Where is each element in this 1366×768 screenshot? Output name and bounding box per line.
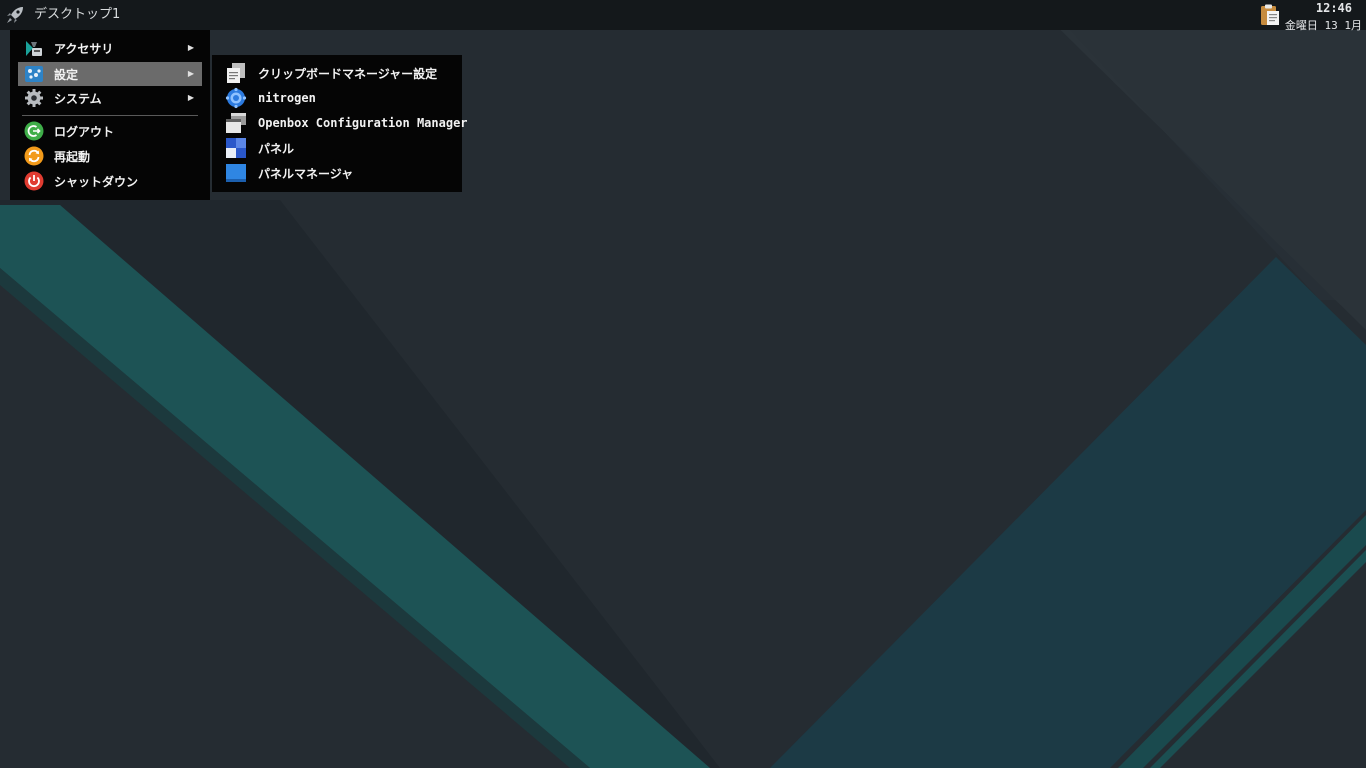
- submenu-arrow-icon: ▶: [187, 69, 194, 78]
- submenu-item-clipboard-manager-settings[interactable]: クリップボードマネージャー設定: [220, 61, 454, 85]
- menu-item-system[interactable]: システム ▶: [18, 86, 202, 110]
- app-launcher-button[interactable]: [4, 4, 26, 26]
- panel-icon: [225, 137, 247, 159]
- clock-time: 12:46: [1315, 1, 1352, 15]
- logout-icon: [23, 120, 45, 142]
- submenu-item-panel-manager[interactable]: パネルマネージャ: [220, 161, 454, 185]
- main-menu: アクセサリ ▶ 設定 ▶ システム ▶ ログアウト 再起動 シャットダウン: [10, 30, 210, 200]
- top-panel: デスクトップ1 12:46 金曜日 13 1月: [0, 0, 1366, 32]
- submenu-item-label: Openbox Configuration Manager: [258, 116, 468, 130]
- menu-item-label: 再起動: [54, 149, 91, 164]
- submenu-item-label: クリップボードマネージャー設定: [258, 66, 438, 81]
- settings-icon: [23, 63, 45, 85]
- menu-item-accessories[interactable]: アクセサリ ▶: [18, 36, 202, 60]
- menu-item-label: アクセサリ: [54, 41, 114, 56]
- openbox-window-icon: [225, 112, 247, 134]
- submenu-item-nitrogen[interactable]: nitrogen: [220, 86, 454, 110]
- menu-item-settings[interactable]: 設定 ▶: [18, 62, 202, 86]
- clipboard-manager-icon: [225, 62, 247, 84]
- rocket-icon: [7, 7, 23, 23]
- accessories-icon: [23, 37, 45, 59]
- menu-item-label: システム: [54, 91, 102, 106]
- submenu-item-label: パネル: [258, 141, 295, 156]
- clock-date: 金曜日 13 1月: [1284, 19, 1362, 32]
- menu-item-label: 設定: [54, 67, 79, 82]
- submenu-item-openbox-configuration-manager[interactable]: Openbox Configuration Manager: [220, 111, 468, 135]
- menu-item-logout[interactable]: ログアウト: [18, 119, 202, 143]
- menu-item-label: ログアウト: [54, 124, 115, 139]
- submenu-item-label: パネルマネージャ: [258, 166, 354, 181]
- menu-item-shutdown[interactable]: シャットダウン: [18, 169, 202, 193]
- menu-separator: [22, 115, 198, 116]
- submenu-arrow-icon: ▶: [187, 93, 194, 102]
- menu-item-label: シャットダウン: [54, 174, 139, 189]
- clock[interactable]: 12:46 金曜日 13 1月: [1278, 0, 1362, 32]
- submenu-item-label: nitrogen: [258, 91, 316, 105]
- system-gear-icon: [23, 87, 45, 109]
- submenu-arrow-icon: ▶: [187, 43, 194, 52]
- reboot-icon: [23, 145, 45, 167]
- shutdown-icon: [23, 170, 45, 192]
- panel-manager-icon: [225, 162, 247, 184]
- desktop-name[interactable]: デスクトップ1: [34, 0, 120, 30]
- nitrogen-icon: [225, 87, 247, 109]
- menu-item-reboot[interactable]: 再起動: [18, 144, 202, 168]
- settings-submenu: クリップボードマネージャー設定 nitrogen Openbox Configu…: [212, 55, 468, 192]
- submenu-item-panel[interactable]: パネル: [220, 136, 454, 160]
